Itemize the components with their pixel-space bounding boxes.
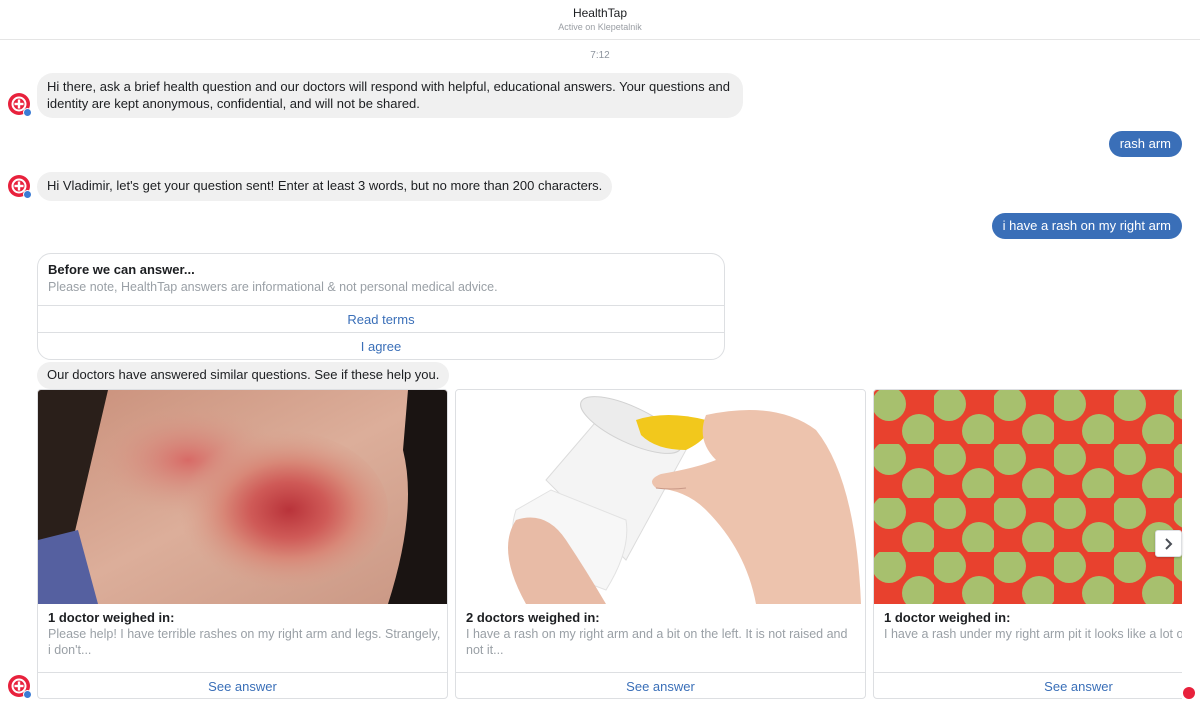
answer-card-text: Please help! I have terrible rashes on m…: [48, 627, 441, 657]
see-answer-button[interactable]: See answer: [456, 672, 865, 698]
answer-card-title: 1 doctor weighed in:: [48, 610, 175, 625]
ointment-jar-photo[interactable]: [456, 390, 865, 604]
answer-card-text: I have a rash under my right arm pit it …: [884, 627, 1182, 641]
online-dot: [23, 108, 32, 117]
rash-on-skin-photo[interactable]: [38, 390, 447, 604]
conversation-title[interactable]: HealthTap: [0, 6, 1200, 20]
answer-card-title: 1 doctor weighed in:: [884, 610, 1011, 625]
terms-card-header: Before we can answer... Please note, Hea…: [38, 254, 724, 306]
answer-card[interactable]: 2 doctors weighed in: I have a rash on m…: [455, 389, 866, 699]
active-status: Active on Klepetalnik: [558, 22, 642, 32]
message-timestamp: 7:12: [590, 50, 610, 61]
online-dot: [23, 690, 32, 699]
seen-status-icon: [1183, 687, 1195, 699]
answer-card-text: I have a rash on my right arm and a bit …: [466, 627, 848, 657]
user-message: rash arm: [1108, 131, 1182, 157]
see-answer-button[interactable]: See answer: [874, 672, 1182, 698]
chevron-right-icon: [1165, 538, 1173, 550]
answers-carousel[interactable]: 1 doctor weighed in: Please help! I have…: [37, 389, 1182, 699]
see-answer-button[interactable]: See answer: [38, 672, 447, 698]
healthtap-logo-icon[interactable]: [8, 675, 32, 699]
healthtap-logo-icon[interactable]: [8, 93, 32, 117]
read-terms-button[interactable]: Read terms: [38, 306, 724, 333]
bot-message-similar: Our doctors have answered similar questi…: [37, 362, 450, 389]
conversation-header: HealthTap Active on Klepetalnik: [0, 0, 1200, 40]
answer-card[interactable]: 1 doctor weighed in: Please help! I have…: [37, 389, 448, 699]
user-message: i have a rash on my right arm: [991, 213, 1182, 239]
answer-card[interactable]: 1 doctor weighed in: I have a rash under…: [873, 389, 1182, 699]
polka-dot-pattern-photo[interactable]: [874, 390, 1182, 604]
terms-card-title: Before we can answer...: [48, 262, 195, 277]
i-agree-button[interactable]: I agree: [38, 333, 724, 359]
bot-message-prompt: Hi Vladimir, let's get your question sen…: [37, 172, 613, 201]
terms-card-subtitle: Please note, HealthTap answers are infor…: [48, 280, 498, 294]
terms-card: Before we can answer... Please note, Hea…: [37, 253, 725, 360]
bot-message-intro: Hi there, ask a brief health question an…: [37, 73, 743, 118]
online-dot: [23, 190, 32, 199]
carousel-next-button[interactable]: [1155, 530, 1182, 557]
answer-card-title: 2 doctors weighed in:: [466, 610, 600, 625]
healthtap-logo-icon[interactable]: [8, 175, 32, 199]
